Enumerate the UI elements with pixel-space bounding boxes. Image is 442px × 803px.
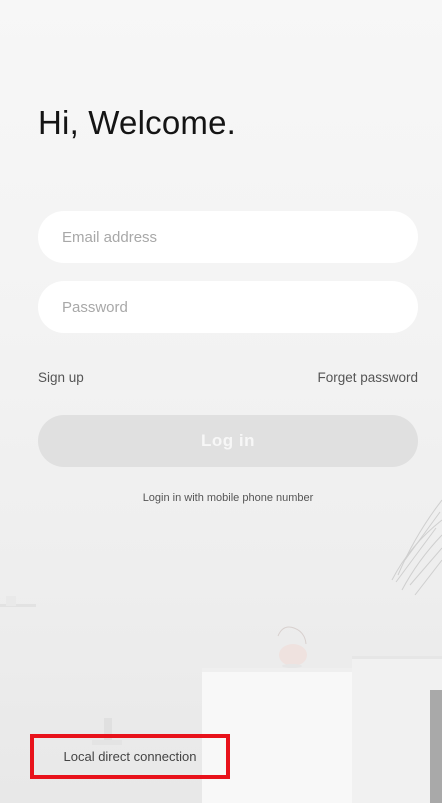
log-in-button[interactable]: Log in (38, 415, 418, 467)
login-screen: Hi, Welcome. Sign up Forget password Log… (0, 0, 442, 803)
password-field[interactable] (38, 281, 418, 333)
local-direct-connection-button[interactable]: Local direct connection (30, 734, 230, 779)
sign-up-link[interactable]: Sign up (38, 370, 84, 385)
forget-password-link[interactable]: Forget password (317, 370, 418, 385)
password-input[interactable] (60, 297, 396, 317)
email-field[interactable] (38, 211, 418, 263)
mobile-login-link[interactable]: Login in with mobile phone number (38, 492, 418, 504)
local-direct-connection-label: Local direct connection (63, 749, 197, 764)
welcome-title: Hi, Welcome. (38, 104, 236, 141)
email-input[interactable] (60, 227, 396, 247)
